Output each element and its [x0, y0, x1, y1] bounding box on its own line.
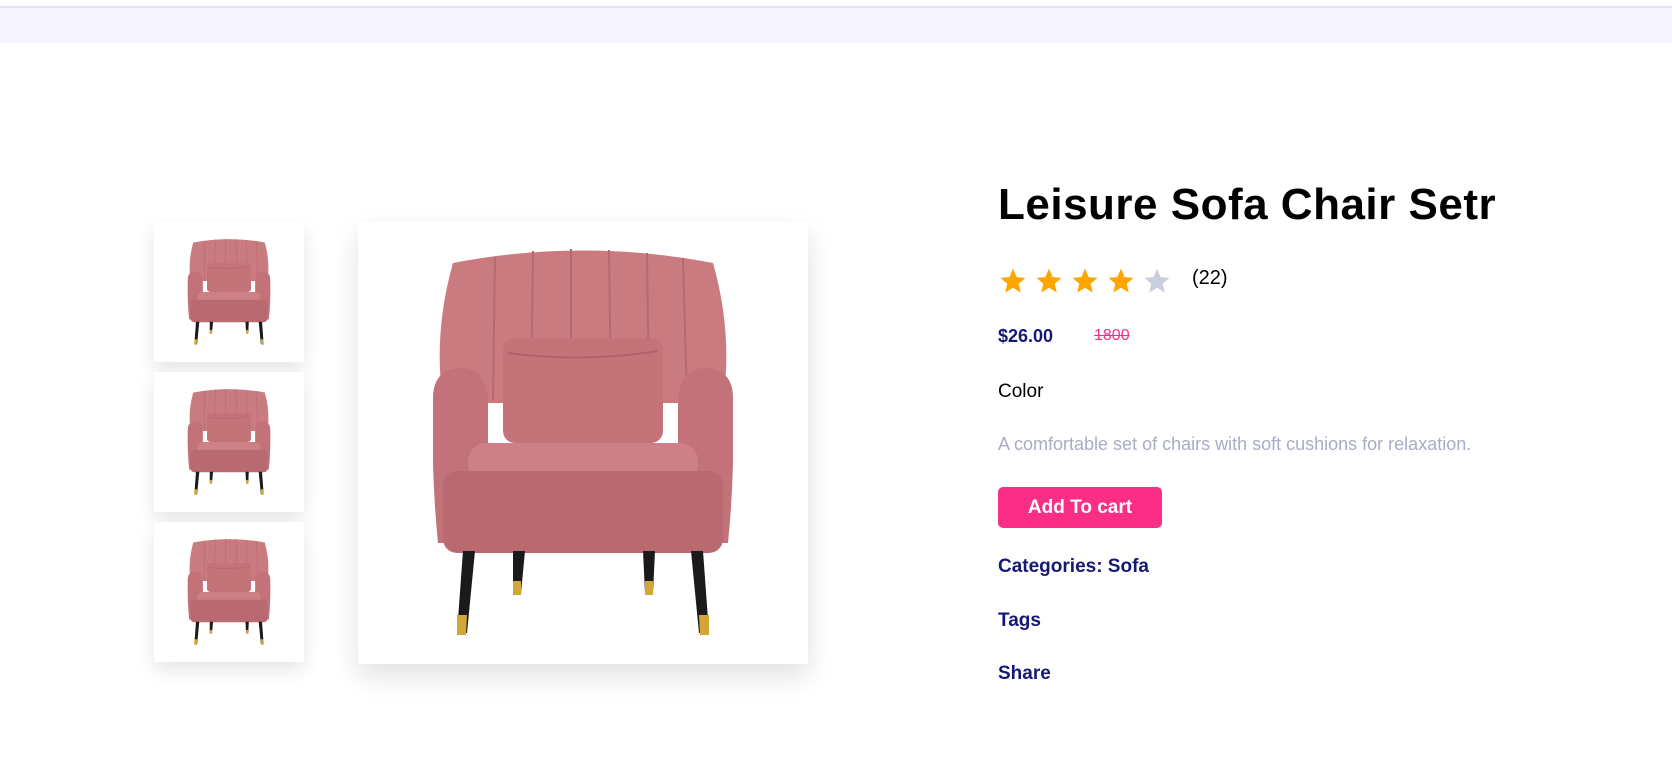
star-icon — [1108, 268, 1134, 293]
star-icon — [1072, 268, 1098, 293]
thumbnail-1[interactable] — [154, 222, 304, 362]
main-product-image — [358, 222, 808, 664]
chair-thumbnail-image — [187, 238, 271, 346]
old-price: 1800 — [1094, 327, 1130, 344]
chair-thumbnail-image — [187, 538, 271, 646]
categories-link[interactable]: Categories: Sofa — [998, 556, 1149, 578]
thumbnail-3[interactable] — [154, 522, 304, 662]
top-banner-band — [0, 8, 1672, 43]
share-link[interactable]: Share — [998, 663, 1051, 685]
chair-image — [433, 248, 733, 636]
star-empty-icon — [1144, 268, 1170, 293]
product-title: Leisure Sofa Chair Setr — [998, 180, 1497, 229]
tags-link[interactable]: Tags — [998, 610, 1041, 632]
chair-thumbnail-image — [187, 388, 271, 496]
product-price: $26.00 — [998, 326, 1054, 346]
star-icon — [1000, 268, 1026, 293]
thumbnail-2[interactable] — [154, 372, 304, 512]
product-description: A comfortable set of chairs with soft cu… — [998, 434, 1472, 454]
star-icon — [1036, 268, 1062, 293]
star-rating: (22) — [998, 266, 1228, 296]
review-count: (22) — [1192, 266, 1228, 289]
color-label: Color — [998, 381, 1044, 402]
add-to-cart-button[interactable]: Add To cart — [998, 487, 1162, 528]
